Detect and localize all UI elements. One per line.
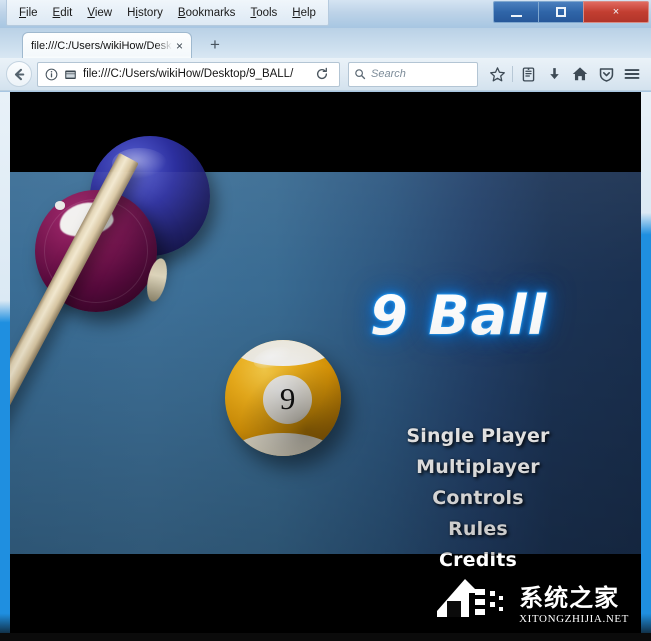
page-info-icon[interactable] bbox=[45, 68, 58, 81]
hamburger-menu-icon[interactable] bbox=[619, 61, 645, 87]
close-button[interactable]: × bbox=[583, 1, 649, 23]
reload-icon bbox=[316, 67, 328, 80]
window-border-left bbox=[0, 92, 10, 641]
new-tab-button[interactable]: + bbox=[210, 36, 220, 53]
window-controls: × bbox=[493, 1, 649, 23]
menu-help[interactable]: Help bbox=[285, 3, 323, 22]
ball-specular-dot bbox=[54, 200, 66, 210]
ball-shading bbox=[225, 340, 341, 456]
menu-bookmarks[interactable]: Bookmarks bbox=[171, 3, 243, 22]
pocket-shield-icon[interactable] bbox=[593, 61, 619, 87]
menu-tools[interactable]: Tools bbox=[243, 3, 284, 22]
page-content: 9 9 Ball Single Player Multiplayer Contr… bbox=[10, 92, 641, 633]
address-bar[interactable]: file:///C:/Users/wikiHow/Desktop/9_BALL/ bbox=[37, 61, 340, 87]
game-main-menu: Single Player Multiplayer Controls Rules… bbox=[328, 425, 628, 580]
watermark-text: 系统之家 XITONGZHIJIA.NET bbox=[519, 586, 629, 625]
maximize-button[interactable] bbox=[538, 1, 583, 23]
back-button[interactable] bbox=[6, 61, 32, 87]
search-placeholder: Search bbox=[371, 68, 406, 80]
browser-tab[interactable]: file:///C:/Users/wikiHow/Desktop × bbox=[22, 32, 192, 58]
watermark: 系统之家 XITONGZHIJIA.NET bbox=[435, 571, 629, 625]
menu-credits[interactable]: Credits bbox=[328, 549, 628, 571]
window-border-right bbox=[641, 92, 651, 641]
home-icon[interactable] bbox=[567, 61, 593, 87]
menu-edit[interactable]: Edit bbox=[46, 3, 80, 22]
maximize-icon bbox=[556, 7, 566, 17]
bookmark-star-icon[interactable] bbox=[484, 61, 510, 87]
watermark-chinese-label: 系统之家 bbox=[519, 584, 620, 612]
menu-multiplayer[interactable]: Multiplayer bbox=[328, 456, 628, 478]
url-text: file:///C:/Users/wikiHow/Desktop/9_BALL/ bbox=[83, 68, 294, 80]
menu-single-player[interactable]: Single Player bbox=[328, 425, 628, 447]
menu-view[interactable]: View bbox=[80, 3, 119, 22]
game-stage: 9 9 Ball Single Player Multiplayer Contr… bbox=[10, 136, 641, 571]
title-bar: File Edit View History Bookmarks Tools H… bbox=[0, 0, 651, 28]
menu-file[interactable]: File bbox=[12, 3, 45, 22]
minimize-icon bbox=[510, 14, 522, 17]
navigation-toolbar: file:///C:/Users/wikiHow/Desktop/9_BALL/… bbox=[0, 58, 651, 91]
tab-close-icon[interactable]: × bbox=[172, 40, 187, 52]
back-arrow-icon bbox=[14, 68, 24, 80]
local-file-icon bbox=[64, 68, 77, 81]
downloads-icon[interactable] bbox=[541, 61, 567, 87]
watermark-logo-icon bbox=[435, 571, 513, 625]
menu-history[interactable]: History bbox=[120, 3, 170, 22]
close-icon: × bbox=[612, 6, 620, 18]
watermark-english-label: XITONGZHIJIA.NET bbox=[519, 613, 629, 625]
menu-rules[interactable]: Rules bbox=[328, 518, 628, 540]
menu-bar: File Edit View History Bookmarks Tools H… bbox=[6, 0, 329, 26]
menu-controls[interactable]: Controls bbox=[328, 487, 628, 509]
window-bottom-edge bbox=[0, 633, 651, 641]
game-title: 9 Ball bbox=[369, 283, 547, 348]
browser-window: File Edit View History Bookmarks Tools H… bbox=[0, 0, 651, 641]
minimize-button[interactable] bbox=[493, 1, 538, 23]
tab-strip: file:///C:/Users/wikiHow/Desktop × + bbox=[0, 28, 651, 58]
search-box[interactable]: Search bbox=[348, 61, 478, 87]
toolbar-separator bbox=[512, 66, 513, 82]
toolbar-icons bbox=[484, 61, 645, 87]
tab-title: file:///C:/Users/wikiHow/Desktop bbox=[31, 39, 172, 52]
reload-button[interactable] bbox=[309, 67, 335, 81]
nine-billiard-ball: 9 bbox=[225, 340, 341, 456]
search-icon bbox=[355, 69, 366, 80]
library-icon[interactable] bbox=[515, 61, 541, 87]
